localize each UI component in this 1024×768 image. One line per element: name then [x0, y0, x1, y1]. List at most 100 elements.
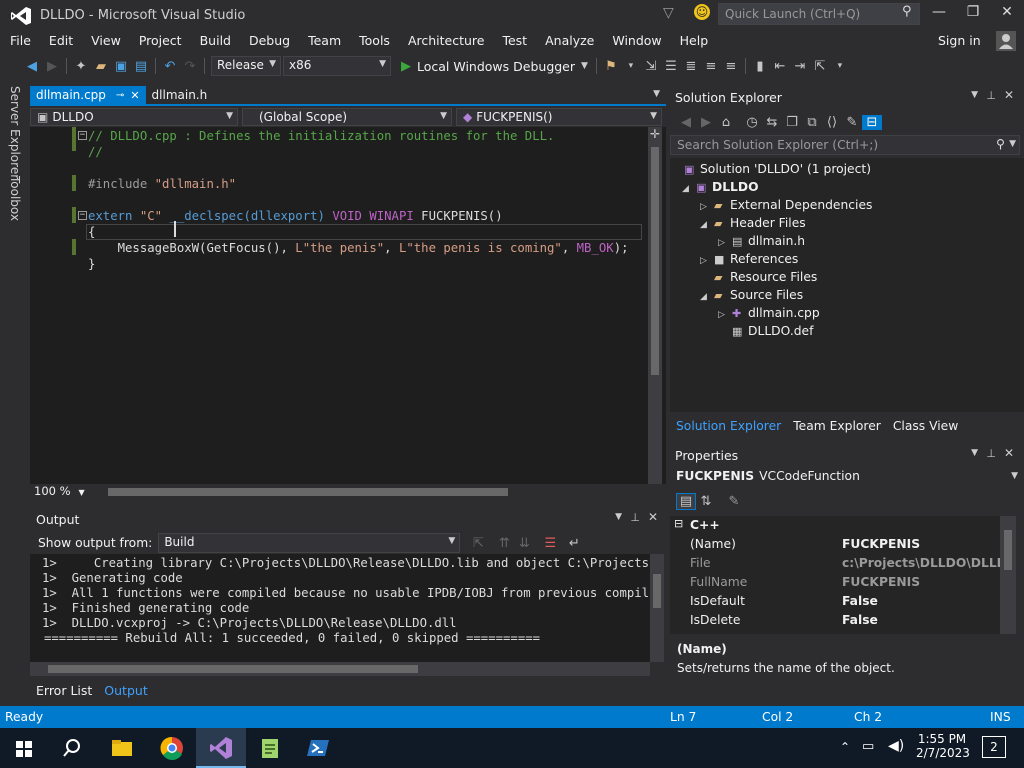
tab-team-explorer[interactable]: Team Explorer — [787, 417, 887, 435]
minimize-button[interactable]: — — [926, 4, 952, 24]
format-icon[interactable]: ☰ — [661, 59, 681, 74]
solution-platform-select[interactable]: x86 ▼ — [283, 56, 391, 76]
tree-project[interactable]: ◢ ▣ DLLDO — [682, 178, 759, 196]
close-pane-icon[interactable]: ✕ — [1004, 446, 1014, 460]
close-pane-icon[interactable]: ✕ — [1004, 88, 1014, 102]
menu-analyze[interactable]: Analyze — [536, 30, 603, 52]
chevron-down-icon[interactable]: ▼ — [1009, 139, 1016, 149]
project-nav-select[interactable]: ▣ DLLDO ▼ — [30, 108, 238, 126]
output-vertical-scrollbar[interactable] — [650, 554, 664, 662]
search-icon[interactable]: ⚲ — [996, 137, 1005, 151]
properties-scrollbar[interactable] — [1000, 516, 1016, 634]
properties-icon[interactable]: ✎ — [842, 115, 862, 130]
scrollbar-thumb[interactable] — [48, 665, 418, 673]
redo-icon[interactable]: ↷ — [180, 59, 200, 74]
scrollbar-thumb[interactable] — [1004, 530, 1012, 570]
menu-edit[interactable]: Edit — [40, 30, 82, 52]
expanded-icon[interactable]: ◢ — [700, 288, 714, 306]
split-icon[interactable]: ✛ — [648, 127, 662, 141]
menu-debug[interactable]: Debug — [240, 30, 299, 52]
property-row[interactable]: (Name) FUCKPENIS — [670, 535, 1000, 554]
tab-output[interactable]: Output — [98, 681, 153, 700]
menu-build[interactable]: Build — [191, 30, 240, 52]
tab-dllmain-h[interactable]: dllmain.h — [146, 86, 214, 104]
notepad-taskbar-button[interactable] — [256, 734, 284, 762]
output-source-select[interactable]: Build ▼ — [158, 533, 461, 553]
properties-object-select[interactable]: FUCKPENIS VCCodeFunction ▼ — [676, 469, 1020, 483]
property-value[interactable]: False — [842, 613, 1000, 627]
output-text-area[interactable]: 1> Creating library C:\Projects\DLLDO\Re… — [30, 554, 650, 662]
zoom-select[interactable]: 100 % ▼ — [34, 484, 85, 498]
sync-icon[interactable]: ⇆ — [762, 115, 782, 130]
member-nav-select[interactable]: ◆ FUCKPENIS() ▼ — [456, 108, 662, 126]
menu-window[interactable]: Window — [603, 30, 670, 52]
tree-solution[interactable]: ▣ Solution 'DLLDO' (1 project) — [684, 160, 871, 178]
close-pane-icon[interactable]: ✕ — [648, 510, 658, 524]
maximize-button[interactable]: ❐ — [960, 4, 986, 24]
word-wrap-icon[interactable]: ↵ — [564, 536, 584, 551]
preview-selected-icon[interactable]: ⊟ — [862, 114, 882, 130]
navigate-forward-icon[interactable]: ▶ — [42, 59, 62, 74]
show-all-files-icon[interactable]: ⧉ — [802, 115, 822, 130]
comment-icon[interactable]: ≡ — [701, 59, 721, 74]
volume-icon[interactable]: ◀) — [888, 738, 904, 754]
tree-header-files[interactable]: ◢ ▰ Header Files — [700, 214, 806, 232]
chrome-taskbar-button[interactable] — [158, 734, 186, 762]
output-horizontal-scrollbar[interactable] — [30, 662, 650, 676]
close-tab-icon[interactable]: ✕ — [130, 89, 139, 102]
fold-collapse-icon[interactable]: − — [78, 131, 87, 140]
property-row[interactable]: IsDelete False — [670, 611, 1000, 630]
forward-icon[interactable]: ▶ — [696, 115, 716, 130]
collapsed-icon[interactable]: ▷ — [700, 252, 714, 270]
notifications-filter-icon[interactable]: ▽ — [663, 5, 674, 21]
pin-icon[interactable]: ⊥ — [630, 511, 640, 524]
property-value[interactable]: FUCKPENIS — [842, 575, 1000, 589]
menu-test[interactable]: Test — [493, 30, 536, 52]
menu-help[interactable]: Help — [671, 30, 718, 52]
clear-all-icon[interactable]: ☰ — [540, 536, 560, 551]
save-all-icon[interactable]: ▤ — [131, 59, 151, 74]
sign-in-link[interactable]: Sign in — [938, 33, 981, 48]
uncomment-icon[interactable]: ≡ — [721, 59, 741, 74]
bookmark-next-icon[interactable]: ⇥ — [790, 59, 810, 74]
solution-configuration-select[interactable]: Release ▼ — [211, 56, 281, 76]
bookmark-prev-icon[interactable]: ⇤ — [770, 59, 790, 74]
account-icon[interactable] — [996, 31, 1016, 51]
show-hidden-icons-icon[interactable]: ⌃ — [840, 740, 850, 754]
pin-icon[interactable]: ⊸ — [116, 90, 124, 101]
property-pages-icon[interactable]: ✎ — [724, 494, 744, 509]
menu-project[interactable]: Project — [130, 30, 191, 52]
tab-list-dropdown-icon[interactable]: ▼ — [653, 89, 660, 99]
menu-architecture[interactable]: Architecture — [399, 30, 494, 52]
tree-dllmain-h[interactable]: ▷ ▤ dllmain.h — [718, 232, 805, 250]
bookmark-icon[interactable]: ▮ — [750, 59, 770, 74]
save-icon[interactable]: ▣ — [111, 59, 131, 74]
view-code-icon[interactable]: ⟨⟩ — [822, 115, 842, 130]
scrollbar-thumb[interactable] — [653, 574, 661, 608]
new-project-icon[interactable]: ✦ — [71, 59, 91, 74]
visual-studio-taskbar-button[interactable] — [196, 728, 246, 768]
menu-tools[interactable]: Tools — [350, 30, 399, 52]
powershell-taskbar-button[interactable] — [304, 734, 332, 762]
open-file-icon[interactable]: ▰ — [91, 59, 111, 74]
toolbar-overflow-icon[interactable]: ▾ — [830, 61, 850, 71]
menu-file[interactable]: File — [1, 30, 40, 52]
navigate-back-icon[interactable]: ◀ — [22, 59, 42, 74]
tab-class-view[interactable]: Class View — [887, 417, 964, 435]
toolbox-tab[interactable]: Toolbox — [8, 176, 22, 221]
window-position-icon[interactable]: ▼ — [971, 90, 978, 100]
tree-resource-files[interactable]: ▰ Resource Files — [714, 268, 817, 286]
next-message-icon[interactable]: ⇊ — [514, 536, 534, 551]
property-row[interactable]: IsDefault False — [670, 592, 1000, 611]
collapse-icon[interactable]: ⊟ — [674, 517, 683, 530]
expanded-icon[interactable]: ◢ — [682, 180, 696, 198]
categorized-icon[interactable]: ▤ — [676, 492, 696, 510]
pin-icon[interactable]: ⊥ — [986, 447, 996, 460]
property-value[interactable]: FUCKPENIS — [842, 537, 1000, 551]
code-editor[interactable]: − − // DLLDO.cpp : Defines the initializ… — [30, 127, 666, 484]
property-value[interactable]: c:\Projects\DLLDO\DLLDO\d — [842, 556, 1000, 570]
alphabetical-icon[interactable]: ⇅ — [696, 494, 716, 509]
clock[interactable]: 1:55 PM 2/7/2023 — [916, 732, 970, 760]
property-row[interactable]: FullName FUCKPENIS — [670, 573, 1000, 592]
prev-message-icon[interactable]: ⇈ — [494, 536, 514, 551]
